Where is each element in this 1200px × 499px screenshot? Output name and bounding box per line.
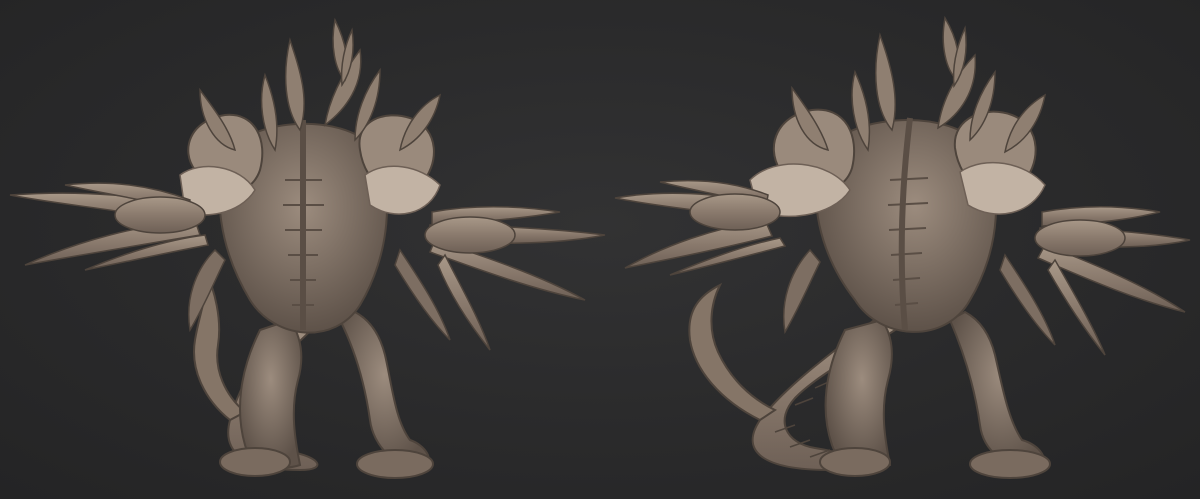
right-leg: [338, 310, 430, 470]
left-blade-arm: [614, 179, 787, 276]
render-canvas: [0, 0, 1200, 499]
left-foot: [219, 447, 291, 477]
creature-sculpt-angled-view: [600, 0, 1200, 499]
right-foot: [969, 449, 1051, 479]
left-leg: [824, 318, 893, 469]
right-blade-arm: [424, 206, 606, 351]
left-blade-arm: [9, 182, 209, 271]
creature-angled-svg: [614, 15, 1191, 479]
creature-back-svg: [9, 17, 606, 479]
left-foot: [819, 447, 891, 477]
right-ribbed-muscle: [959, 161, 1046, 215]
creature-sculpt-back-view: [0, 0, 610, 499]
right-foot: [356, 449, 434, 479]
left-leg: [239, 318, 303, 469]
right-blade-arm: [1034, 206, 1191, 356]
right-leg: [948, 310, 1045, 470]
tail-tip: [688, 282, 778, 422]
